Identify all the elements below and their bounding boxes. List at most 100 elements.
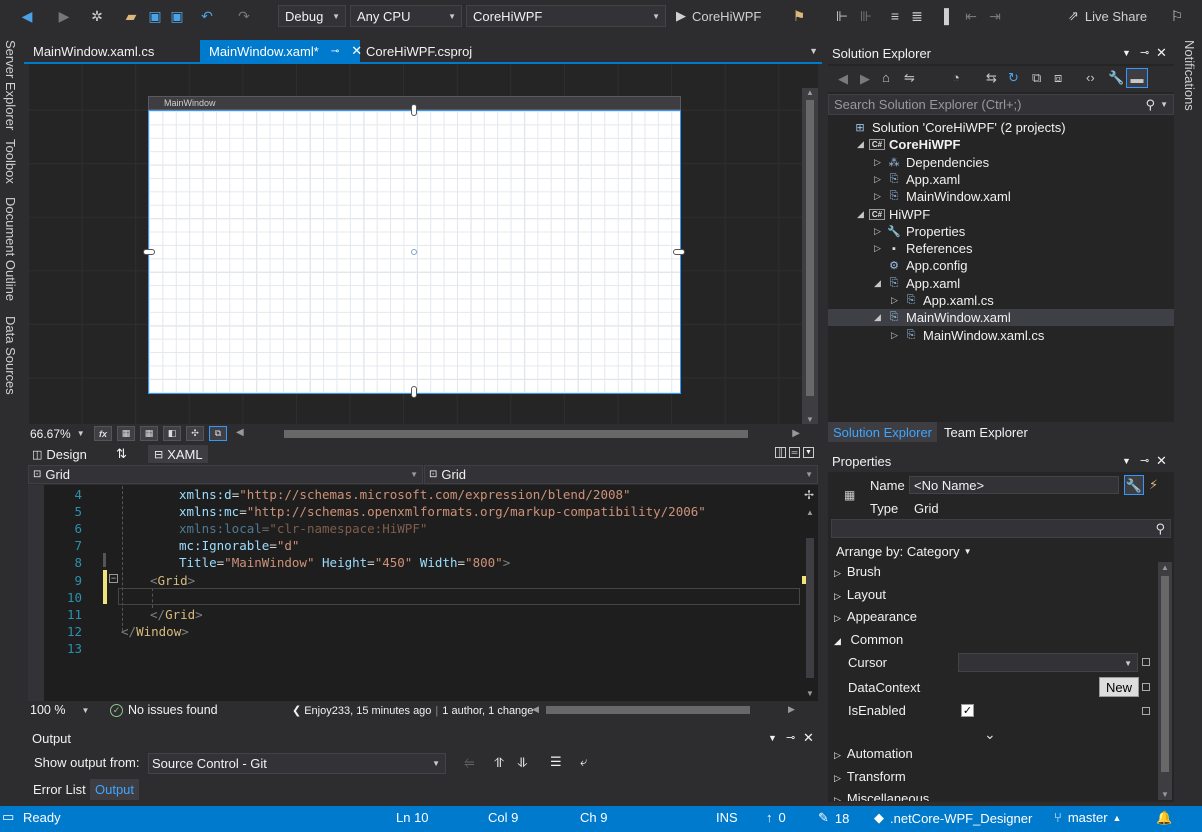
tab-error-list[interactable]: Error List <box>28 779 91 800</box>
pin-icon[interactable]: ⊸ <box>786 731 795 744</box>
tab-team-explorer[interactable]: Team Explorer <box>940 422 1032 442</box>
scroll-thumb[interactable] <box>806 100 814 396</box>
collapsed-caret-icon[interactable]: ▷ <box>874 226 881 237</box>
tab-mainwindow-xaml-cs[interactable]: MainWindow.xaml.cs <box>24 40 163 62</box>
tree-item[interactable]: ▷ ⎘ MainWindow.xaml <box>828 188 1174 205</box>
find-message-icon[interactable]: ⥢ <box>464 755 474 771</box>
repository-indicator[interactable]: ◆ .netCore-WPF_Designer <box>874 810 1032 826</box>
panel-menu-icon[interactable]: ▼ <box>1122 48 1131 58</box>
collapsed-caret-icon[interactable]: ▷ <box>891 330 898 341</box>
scroll-up-icon[interactable]: ▲ <box>1161 563 1169 572</box>
unpushed-commits-indicator[interactable]: ↑ 0 <box>766 810 786 825</box>
column-indicator[interactable]: Col 9 <box>488 810 518 825</box>
datacontext-new-button[interactable]: New <box>1099 677 1139 697</box>
panel-menu-icon[interactable]: ▼ <box>768 733 777 743</box>
char-indicator[interactable]: Ch 9 <box>580 810 607 825</box>
property-category[interactable]: ▷ Transform <box>834 769 906 784</box>
tree-item[interactable]: ⊞ Solution 'CoreHiWPF' (2 projects) <box>828 119 1174 136</box>
tree-item[interactable]: ▷ ▪ References <box>828 240 1174 257</box>
clear-all-icon[interactable]: ☰ <box>550 754 562 770</box>
window-canvas[interactable] <box>148 110 681 394</box>
element-nav-select[interactable]: ⊡ Grid ▼ <box>28 465 423 484</box>
show-all-files-icon[interactable]: ⧈ <box>1054 71 1062 84</box>
artboard-icon[interactable]: ◧ <box>163 426 181 441</box>
arrange-by-select[interactable]: Arrange by: Category ▼ <box>836 544 972 559</box>
scroll-up-icon[interactable]: ▲ <box>806 88 814 97</box>
step-icon[interactable]: ⊩ <box>833 5 851 27</box>
vertical-split-icon[interactable]: ║ <box>775 447 786 458</box>
scroll-down-icon[interactable]: ▼ <box>806 689 814 698</box>
tab-solution-explorer[interactable]: Solution Explorer <box>828 422 937 442</box>
editor-horizontal-scroll-thumb[interactable] <box>546 706 750 714</box>
snap-grid-icon[interactable]: ▦ <box>140 426 158 441</box>
save-icon[interactable]: ▣ <box>146 5 164 27</box>
scroll-down-icon[interactable]: ▼ <box>806 415 814 424</box>
bottom-resize-handle[interactable] <box>411 386 417 398</box>
tab-overflow-icon[interactable]: ▼ <box>809 46 818 56</box>
horizontal-split-icon[interactable]: ═ <box>789 447 800 458</box>
property-category[interactable]: ▷ Brush <box>834 564 881 579</box>
collapse-pane-icon[interactable]: ▼ <box>803 447 814 458</box>
close-icon[interactable]: ✕ <box>1156 45 1167 61</box>
run-button[interactable]: ▶ CoreHiWPF <box>676 5 776 27</box>
events-lightning-icon[interactable]: ⚡ <box>1149 478 1158 491</box>
sync-icon[interactable]: ⇆ <box>986 71 997 84</box>
close-icon[interactable]: ✕ <box>1156 453 1167 469</box>
branch-indicator[interactable]: ⑂ master ▲ <box>1054 810 1121 825</box>
effects-toggle-button[interactable]: fx <box>94 426 112 441</box>
toolbox-tab[interactable]: Toolbox <box>3 139 18 184</box>
data-sources-tab[interactable]: Data Sources <box>3 316 18 395</box>
property-category[interactable]: ▷ Appearance <box>834 609 917 624</box>
advanced-options-icon[interactable] <box>1142 683 1150 691</box>
properties-vertical-scrollbar[interactable]: ▲ ▼ <box>1158 562 1172 800</box>
search-icon[interactable]: ⚲ <box>1145 97 1155 113</box>
scroll-thumb[interactable] <box>806 538 814 678</box>
tab-xaml[interactable]: ⊟ XAML <box>148 445 208 463</box>
design-vertical-scrollbar[interactable]: ▲ ▼ <box>802 88 818 424</box>
word-wrap-icon[interactable]: ⤶ <box>580 754 587 770</box>
top-resize-handle[interactable] <box>411 104 417 116</box>
browser-link-icon[interactable]: ⚑ <box>790 5 808 27</box>
scroll-left-icon[interactable]: ◀ <box>532 704 539 715</box>
property-category[interactable]: ▷ Miscellaneous <box>834 791 929 801</box>
element-name-input[interactable]: <No Name> <box>909 476 1119 494</box>
step-over-icon[interactable]: ⊪ <box>857 5 875 27</box>
document-outline-tab[interactable]: Document Outline <box>3 197 18 301</box>
collapse-region-icon[interactable]: − <box>109 574 118 583</box>
notifications-tab[interactable]: Notifications <box>1182 40 1197 111</box>
collapsed-caret-icon[interactable]: ▷ <box>874 174 881 185</box>
tree-item[interactable]: ◢ ⎘ MainWindow.xaml <box>828 309 1174 327</box>
tree-item[interactable]: ▷ ⎘ App.xaml.cs <box>828 292 1174 309</box>
project-code-icon[interactable]: ⧉ <box>209 426 227 441</box>
scroll-thumb[interactable] <box>284 430 748 438</box>
property-category[interactable]: ▷ Layout <box>834 587 886 602</box>
snap-lines-icon[interactable]: ✣ <box>186 426 204 441</box>
left-resize-handle[interactable] <box>143 249 155 255</box>
tree-item[interactable]: ▷ 🔧 Properties <box>828 223 1174 240</box>
design-horizontal-scrollbar[interactable]: ▶ <box>232 428 802 440</box>
feedback-icon[interactable]: ⚐ <box>1168 5 1186 27</box>
configuration-select[interactable]: Debug ▼ <box>278 5 346 27</box>
forward-icon[interactable]: ▶ <box>55 5 73 27</box>
back-icon[interactable]: ◀ <box>838 72 848 85</box>
tree-item[interactable]: ⚙ App.config <box>828 257 1174 274</box>
tree-item[interactable]: ▷ ⎘ MainWindow.xaml.cs <box>828 327 1174 344</box>
notification-bell-icon[interactable]: 🔔 <box>1156 810 1172 826</box>
scroll-up-icon[interactable]: ▲ <box>806 508 814 517</box>
chevron-down-icon[interactable]: ▼ <box>1160 100 1168 109</box>
pin-icon[interactable]: ⊸ <box>1140 46 1149 59</box>
home-icon[interactable]: ⌂ <box>882 71 890 84</box>
back-icon[interactable]: ◀ <box>18 5 36 27</box>
scroll-down-icon[interactable]: ▼ <box>1161 790 1169 799</box>
collapsed-caret-icon[interactable]: ▷ <box>891 295 898 306</box>
line-indicator[interactable]: Ln 10 <box>396 810 429 825</box>
solution-search-input[interactable]: Search Solution Explorer (Ctrl+;) ⚲ ▼ <box>828 94 1174 115</box>
pin-icon[interactable]: ⊸ <box>1140 454 1149 467</box>
expanded-caret-icon[interactable]: ◢ <box>857 209 864 220</box>
save-all-icon[interactable]: ▣ <box>168 5 186 27</box>
uncomment-icon[interactable]: ≣ <box>908 5 926 27</box>
expanded-caret-icon[interactable]: ◢ <box>857 139 864 150</box>
issues-indicator[interactable]: ✓ No issues found <box>110 703 218 717</box>
tab-design[interactable]: ◫ Design <box>30 445 94 463</box>
collapsed-caret-icon[interactable]: ▷ <box>874 191 881 202</box>
